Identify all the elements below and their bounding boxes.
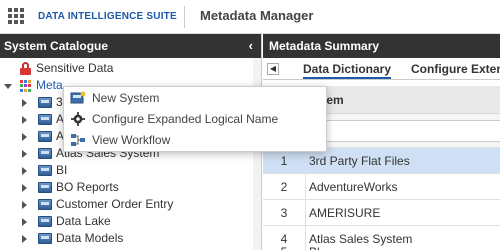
tree-item-label: Data Models bbox=[56, 231, 124, 245]
row-number: 5 bbox=[263, 245, 305, 250]
caret-right-icon[interactable] bbox=[22, 99, 27, 107]
tree-item-label: Sensitive Data bbox=[36, 61, 114, 75]
system-icon bbox=[38, 165, 52, 176]
panel-header: System Catalogue ‹ bbox=[0, 34, 261, 58]
caret-right-icon[interactable] bbox=[22, 116, 27, 124]
caret-right-icon[interactable] bbox=[22, 201, 27, 209]
row-system-name: AdventureWorks bbox=[309, 180, 398, 194]
tree-item-label: Data Lake bbox=[56, 214, 111, 228]
panel-title: Metadata Summary bbox=[263, 34, 500, 58]
table-row[interactable]: 5 Bl bbox=[263, 245, 500, 250]
row-system-name: Atlas Sales System bbox=[309, 232, 413, 246]
app-grid-icon[interactable] bbox=[8, 8, 24, 24]
menu-item-label: View Workflow bbox=[92, 133, 171, 147]
workflow-icon bbox=[71, 134, 85, 146]
new-system-icon bbox=[70, 91, 86, 104]
brand-name: DATA INTELLIGENCE SUITE bbox=[38, 11, 177, 22]
menu-item-label: New System bbox=[92, 91, 160, 105]
caret-right-icon[interactable] bbox=[22, 235, 27, 243]
table-row[interactable]: 3 AMERISURE bbox=[263, 200, 500, 226]
filter-input[interactable] bbox=[305, 120, 500, 142]
caret-right-icon[interactable] bbox=[22, 218, 27, 226]
row-number: 2 bbox=[280, 180, 288, 194]
tab-data-dictionary[interactable]: Data Dictionary bbox=[303, 62, 392, 79]
caret-right-icon[interactable] bbox=[22, 184, 27, 192]
system-icon bbox=[38, 216, 52, 227]
caret-right-icon[interactable] bbox=[22, 167, 27, 175]
tab-bar: ◀ Data Dictionary Configure Exten bbox=[263, 58, 500, 80]
menu-item-new-system[interactable]: New System bbox=[64, 88, 328, 108]
table-row[interactable]: 2 AdventureWorks bbox=[263, 174, 500, 200]
row-system-name: AMERISURE bbox=[309, 206, 381, 220]
menu-item-configure-expanded-logical-name[interactable]: Configure Expanded Logical Name bbox=[64, 109, 328, 129]
tree-item-label: Meta bbox=[36, 78, 63, 92]
top-bar: DATA INTELLIGENCE SUITE Metadata Manager bbox=[0, 0, 500, 34]
tree-item-label: BO Reports bbox=[56, 180, 119, 194]
menu-item-view-workflow[interactable]: View Workflow bbox=[64, 130, 328, 150]
system-icon bbox=[38, 131, 52, 142]
caret-right-icon[interactable] bbox=[22, 150, 27, 158]
panel-title: System Catalogue bbox=[4, 39, 109, 53]
row-number: 1 bbox=[280, 154, 288, 168]
gear-icon bbox=[71, 112, 85, 126]
tree-item-label: Customer Order Entry bbox=[56, 197, 174, 211]
caret-down-icon[interactable] bbox=[4, 84, 12, 89]
tree-item-label: BI bbox=[56, 163, 68, 177]
collapse-panel-button[interactable]: ‹ bbox=[249, 34, 253, 58]
system-icon bbox=[38, 233, 52, 244]
system-icon bbox=[38, 199, 52, 210]
context-menu: New System Configure Expanded Logical Na… bbox=[63, 86, 327, 152]
system-icon bbox=[38, 182, 52, 193]
row-system-name: Bl bbox=[309, 245, 320, 250]
row-number: 4 bbox=[280, 232, 288, 246]
caret-right-icon[interactable] bbox=[22, 133, 27, 141]
tab-scroll-left-button[interactable]: ◀ bbox=[267, 63, 279, 75]
metadata-icon bbox=[20, 80, 32, 92]
divider bbox=[184, 6, 185, 28]
row-number: 3 bbox=[280, 206, 288, 220]
menu-item-label: Configure Expanded Logical Name bbox=[92, 112, 279, 126]
app-title: Metadata Manager bbox=[200, 8, 314, 23]
lock-icon bbox=[20, 62, 31, 75]
system-icon bbox=[38, 148, 52, 159]
tab-configure-extended[interactable]: Configure Exten bbox=[411, 62, 500, 76]
row-system-name: 3rd Party Flat Files bbox=[309, 154, 410, 168]
system-icon bbox=[38, 97, 52, 108]
system-icon bbox=[38, 114, 52, 125]
